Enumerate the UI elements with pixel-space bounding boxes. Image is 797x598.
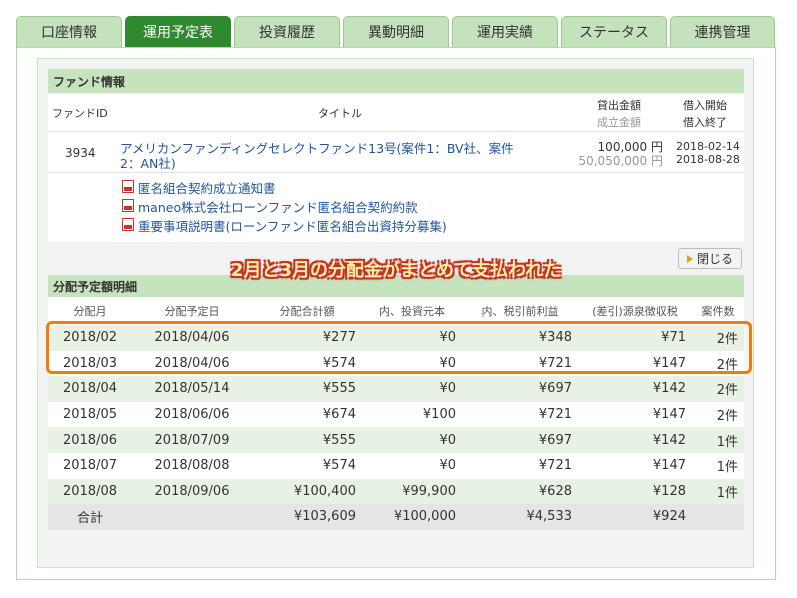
tab-schedule[interactable]: 運用予定表 [125, 16, 231, 47]
pdf-icon [122, 180, 134, 193]
table-cell: 1件 [692, 452, 744, 479]
highlight-box [46, 321, 752, 374]
tab-bar: 口座情報 運用予定表 投資履歴 異動明細 運用実績 ステータス 連携管理 [16, 16, 775, 48]
tab-label: 連携管理 [694, 25, 751, 41]
table-total-row: 合計 ¥103,609 ¥100,000 ¥4,533 ¥924 [48, 504, 744, 530]
close-button[interactable]: 閉じる [678, 248, 742, 269]
table-cell: ¥555 [252, 376, 362, 402]
table-cell: ¥142 [578, 427, 692, 453]
table-cell: 2018/06 [48, 427, 132, 453]
divider [48, 172, 744, 173]
tab-label: 口座情報 [41, 25, 97, 41]
total-cell [132, 504, 252, 530]
tab-performance[interactable]: 運用実績 [452, 16, 558, 47]
document-link-3[interactable]: 重要事項説明書(ローンファンド匿名組合出資持分募集) [138, 216, 447, 235]
table-row: 2018/04 2018/05/14 ¥555 ¥0 ¥697 ¥142 2件 [48, 376, 744, 402]
col-amount: 貸出金額 [597, 99, 641, 112]
table-cell: ¥0 [362, 452, 462, 479]
fund-id-value: 3934 [65, 146, 96, 160]
table-cell: ¥142 [578, 376, 692, 402]
table-cell: ¥100 [362, 401, 462, 428]
table-cell: ¥0 [362, 376, 462, 402]
table-cell: 2018/09/06 [132, 478, 252, 505]
table-cell: ¥721 [462, 401, 578, 428]
pdf-icon [122, 199, 134, 212]
tab-integration[interactable]: 連携管理 [670, 16, 775, 47]
table-cell: ¥697 [462, 427, 578, 453]
table-cell: 2018/07/09 [132, 427, 252, 453]
fund-title-link[interactable]: アメリカンファンディングセレクトファンド13号(案件1：BV社、案件 [120, 138, 514, 157]
tab-label: 運用予定表 [143, 25, 213, 41]
tab-account-info[interactable]: 口座情報 [16, 16, 122, 47]
table-cell: ¥555 [252, 427, 362, 453]
table-cell: ¥147 [578, 401, 692, 428]
tab-label: 投資履歴 [259, 25, 315, 41]
table-cell: ¥721 [462, 452, 578, 479]
fund-title-link-cont[interactable]: 2：AN社) [120, 153, 176, 172]
total-cell: 合計 [48, 504, 132, 530]
table-row: 2018/05 2018/06/06 ¥674 ¥100 ¥721 ¥147 2件 [48, 401, 744, 428]
table-cell: 1件 [692, 478, 744, 505]
fund-section-header: ファンド情報 [48, 69, 744, 93]
tab-investment-history[interactable]: 投資履歴 [234, 16, 340, 47]
table-cell: 2018/06/06 [132, 401, 252, 428]
col-fund-id: ファンドID [52, 107, 108, 120]
table-cell: 2018/07 [48, 452, 132, 479]
loan-end-date: 2018-08-28 [676, 153, 740, 166]
tab-transaction-details[interactable]: 異動明細 [343, 16, 449, 47]
pdf-icon [122, 218, 134, 231]
total-cell [692, 504, 744, 530]
col-title: タイトル [318, 107, 362, 120]
table-cell: 2件 [692, 376, 744, 402]
table-cell: ¥674 [252, 401, 362, 428]
col-end: 借入終了 [683, 116, 727, 129]
table-cell: ¥100,400 [252, 478, 362, 505]
table-cell: ¥574 [252, 452, 362, 479]
table-cell: ¥147 [578, 452, 692, 479]
table-cell: 2018/05 [48, 401, 132, 428]
tab-label: ステータス [579, 25, 649, 41]
table-cell: ¥99,900 [362, 478, 462, 505]
table-cell: 1件 [692, 427, 744, 453]
close-button-label: 閉じる [696, 252, 733, 266]
table-cell: ¥628 [462, 478, 578, 505]
table-row: 2018/08 2018/09/06 ¥100,400 ¥99,900 ¥628 ¥128… [48, 478, 744, 505]
table-row: 2018/07 2018/08/08 ¥574 ¥0 ¥721 ¥147 1件 [48, 452, 744, 479]
table-cell: ¥128 [578, 478, 692, 505]
tab-label: 運用実績 [477, 25, 533, 41]
schedule-section-title: 分配予定額明細 [53, 279, 138, 294]
col-start: 借入開始 [683, 99, 727, 112]
table-cell: 2018/08/08 [132, 452, 252, 479]
document-link-2[interactable]: maneo株式会社ローンファンド匿名組合契約約款 [138, 197, 418, 216]
annotation-text: 2月と3月の分配金がまとめて支払われた [230, 260, 562, 281]
table-cell: ¥697 [462, 376, 578, 402]
fund-amount-established: 50,050,000 円 [578, 154, 663, 168]
table-cell: 2件 [692, 401, 744, 428]
play-arrow-icon [686, 254, 693, 263]
total-cell: ¥924 [578, 504, 692, 530]
table-cell: 2018/08 [48, 478, 132, 505]
col-amount-established: 成立金額 [597, 116, 641, 129]
tab-label: 異動明細 [368, 25, 424, 41]
total-cell: ¥4,533 [462, 504, 578, 530]
tab-status[interactable]: ステータス [561, 16, 667, 47]
total-cell: ¥100,000 [362, 504, 462, 530]
divider [48, 131, 744, 132]
table-cell: ¥0 [362, 427, 462, 453]
loan-start-date: 2018-02-14 [676, 140, 740, 153]
table-row: 2018/06 2018/07/09 ¥555 ¥0 ¥697 ¥142 1件 [48, 427, 744, 453]
fund-section-title: ファンド情報 [53, 74, 126, 89]
table-cell: 2018/05/14 [132, 376, 252, 402]
total-cell: ¥103,609 [252, 504, 362, 530]
document-link-1[interactable]: 匿名組合契約成立通知書 [138, 178, 276, 197]
table-cell: 2018/04 [48, 376, 132, 402]
